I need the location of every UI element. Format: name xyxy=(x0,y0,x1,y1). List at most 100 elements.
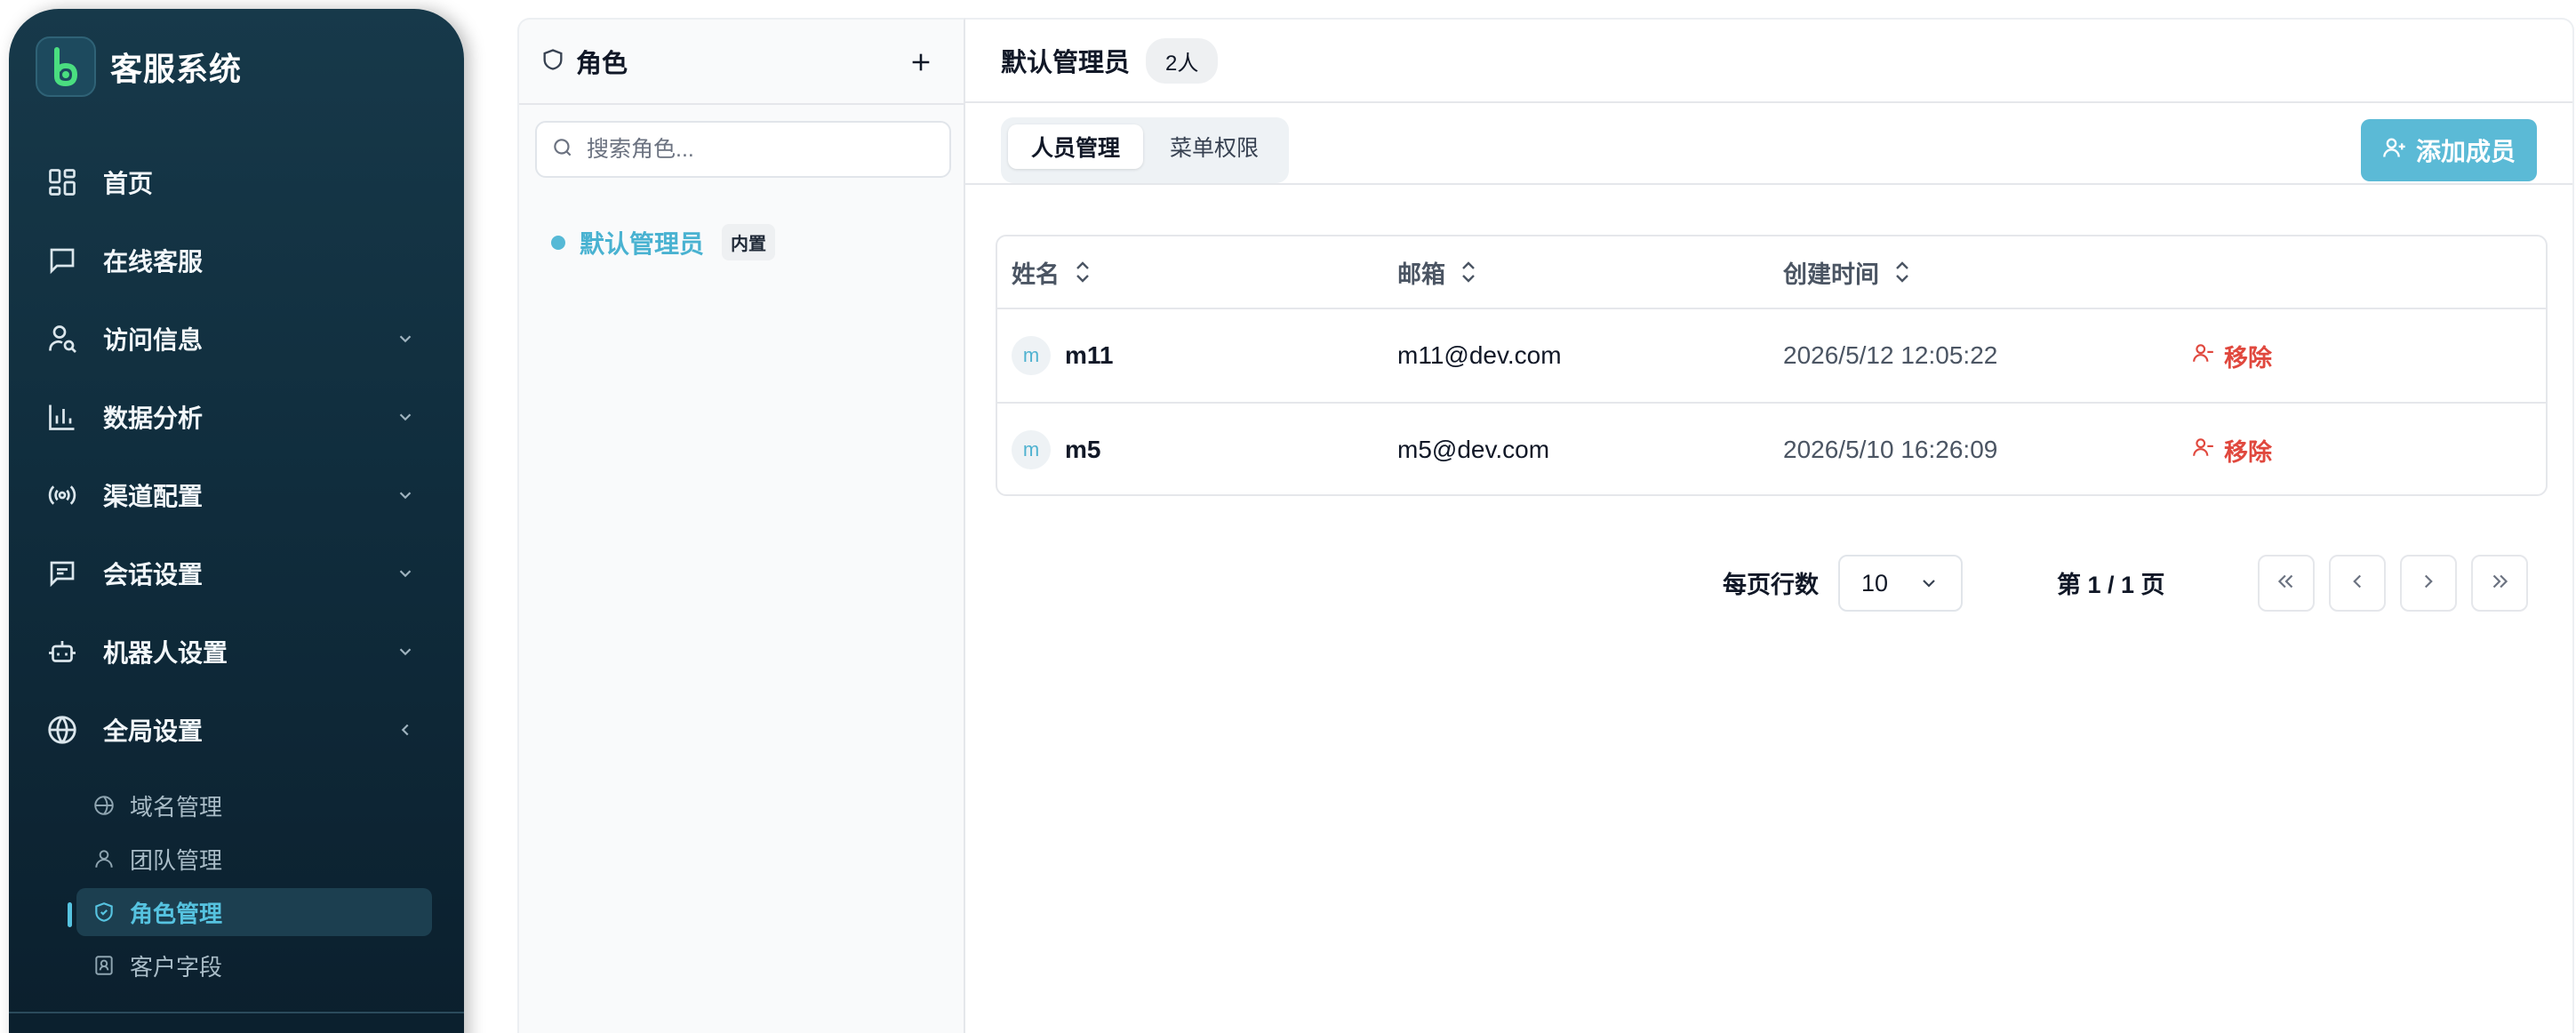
search-icon xyxy=(551,136,574,164)
chevron-down-icon xyxy=(393,483,418,508)
sort-icon xyxy=(1072,259,1093,285)
remove-cell: 移除 xyxy=(2192,309,2272,402)
sub-item-label: 客户字段 xyxy=(130,953,223,981)
active-indicator xyxy=(68,902,72,927)
robot-icon xyxy=(44,634,80,669)
column-header-name[interactable]: 姓名 xyxy=(1012,236,1093,308)
sidebar: 客服系统 首页 在线客服 访问信息 数据分析 渠道配置 会话设置 机器人设置 全… xyxy=(9,9,464,1033)
column-label: 姓名 xyxy=(1012,260,1060,288)
shield-icon xyxy=(540,47,565,76)
nav-label: 在线客服 xyxy=(103,248,204,276)
prev-page-button[interactable] xyxy=(2329,555,2386,612)
sub-item-label: 团队管理 xyxy=(130,846,223,874)
chevron-left-icon xyxy=(2346,570,2369,597)
broadcast-icon xyxy=(44,477,80,513)
page-info: 第 1 / 1 页 xyxy=(2057,572,2165,598)
member-email: m11@dev.com xyxy=(1397,341,1562,369)
sub-item-role-management[interactable]: 角色管理 xyxy=(76,888,432,936)
nav-item-global-settings[interactable]: 全局设置 xyxy=(44,701,418,758)
table-row: m m5 m5@dev.com 2026/5/10 16:26:09 移除 xyxy=(997,404,2546,494)
tab-member-management[interactable]: 人员管理 xyxy=(1008,124,1144,169)
sort-icon xyxy=(1458,259,1479,285)
sub-item-label: 域名管理 xyxy=(130,793,223,821)
avatar: m xyxy=(1012,430,1051,469)
nav-label: 数据分析 xyxy=(103,404,204,432)
role-search-box xyxy=(535,121,951,178)
chevron-down-icon xyxy=(393,326,418,351)
user-search-icon xyxy=(44,321,80,356)
role-name: 默认管理员 xyxy=(580,229,705,258)
tab-menu-permissions[interactable]: 菜单权限 xyxy=(1147,124,1282,169)
member-email: m5@dev.com xyxy=(1397,436,1550,463)
shield-check-icon xyxy=(91,899,117,925)
nav-label: 全局设置 xyxy=(103,717,204,745)
nav-label: 渠道配置 xyxy=(103,483,204,510)
bar-chart-icon xyxy=(44,399,80,435)
member-created-time: 2026/5/12 12:05:22 xyxy=(1783,341,1998,369)
column-header-created[interactable]: 创建时间 xyxy=(1783,236,1913,308)
nav-item-bot-settings[interactable]: 机器人设置 xyxy=(44,623,418,680)
chevron-down-icon xyxy=(393,404,418,429)
column-label: 创建时间 xyxy=(1783,260,1879,288)
column-label: 邮箱 xyxy=(1397,260,1445,288)
builtin-badge: 内置 xyxy=(722,224,776,260)
contact-card-icon xyxy=(91,952,117,979)
role-list-item[interactable]: 默认管理员 内置 xyxy=(551,224,776,260)
chevron-right-icon xyxy=(2417,570,2440,597)
user-minus-icon xyxy=(2192,436,2215,465)
remove-cell: 移除 xyxy=(2192,404,2272,494)
rows-per-page-value: 10 xyxy=(1861,569,1889,597)
globe-small-icon xyxy=(91,792,117,819)
nav-label: 会话设置 xyxy=(103,561,204,589)
remove-label: 移除 xyxy=(2224,344,2272,372)
column-header-email[interactable]: 邮箱 xyxy=(1397,236,1479,308)
user-plus-icon xyxy=(2382,135,2407,166)
first-page-button[interactable] xyxy=(2258,555,2315,612)
sub-item-domain-management[interactable]: 域名管理 xyxy=(76,781,432,829)
main-header: 默认管理员 2人 xyxy=(965,20,2572,103)
add-role-button[interactable] xyxy=(905,46,937,78)
table-row: m m11 m11@dev.com 2026/5/12 12:05:22 移除 xyxy=(997,309,2546,404)
avatar: m xyxy=(1012,336,1051,375)
nav-item-data-analysis[interactable]: 数据分析 xyxy=(44,388,418,445)
name-cell: m m11 xyxy=(1012,309,1114,402)
nav-label: 首页 xyxy=(103,170,154,197)
add-member-label: 添加成员 xyxy=(2415,138,2516,165)
globe-icon xyxy=(44,712,80,748)
sub-item-team-management[interactable]: 团队管理 xyxy=(76,835,432,883)
remove-member-button[interactable]: 移除 xyxy=(2192,433,2272,468)
remove-member-button[interactable]: 移除 xyxy=(2192,339,2272,373)
chevrons-right-icon xyxy=(2488,570,2511,597)
role-search-input[interactable] xyxy=(587,136,942,163)
table-header: 姓名 邮箱 创建时间 xyxy=(997,236,2546,309)
sub-item-customer-fields[interactable]: 客户字段 xyxy=(76,941,432,989)
brand: 客服系统 xyxy=(36,36,242,98)
last-page-button[interactable] xyxy=(2471,555,2528,612)
user-icon xyxy=(91,845,117,872)
nav-item-visitor-info[interactable]: 访问信息 xyxy=(44,310,418,367)
message-square-icon xyxy=(44,556,80,591)
nav-item-online-service[interactable]: 在线客服 xyxy=(44,232,418,289)
sub-item-label: 角色管理 xyxy=(130,900,223,927)
app-logo-icon xyxy=(36,36,96,97)
tabs: 人员管理 菜单权限 xyxy=(1001,117,1290,183)
add-member-button[interactable]: 添加成员 xyxy=(2361,119,2537,181)
chevron-down-icon xyxy=(393,561,418,586)
roles-panel: 角色 默认管理员 内置 xyxy=(517,18,965,1033)
chevron-down-icon xyxy=(1918,573,1940,600)
nav-label: 机器人设置 xyxy=(103,639,228,667)
member-name: m5 xyxy=(1065,436,1101,463)
nav-label: 访问信息 xyxy=(103,326,204,354)
chat-bubble-icon xyxy=(44,243,80,278)
sort-icon xyxy=(1892,259,1913,285)
nav-item-session-settings[interactable]: 会话设置 xyxy=(44,545,418,602)
rows-per-page-select[interactable]: 10 xyxy=(1838,555,1963,612)
nav-item-home[interactable]: 首页 xyxy=(44,154,418,211)
role-active-dot xyxy=(551,235,565,250)
sidebar-divider xyxy=(9,1012,464,1013)
page-title: 默认管理员 xyxy=(1001,49,1131,77)
next-page-button[interactable] xyxy=(2400,555,2457,612)
member-count-badge: 2人 xyxy=(1146,37,1219,84)
remove-label: 移除 xyxy=(2224,438,2272,466)
nav-item-channel-config[interactable]: 渠道配置 xyxy=(44,467,418,524)
